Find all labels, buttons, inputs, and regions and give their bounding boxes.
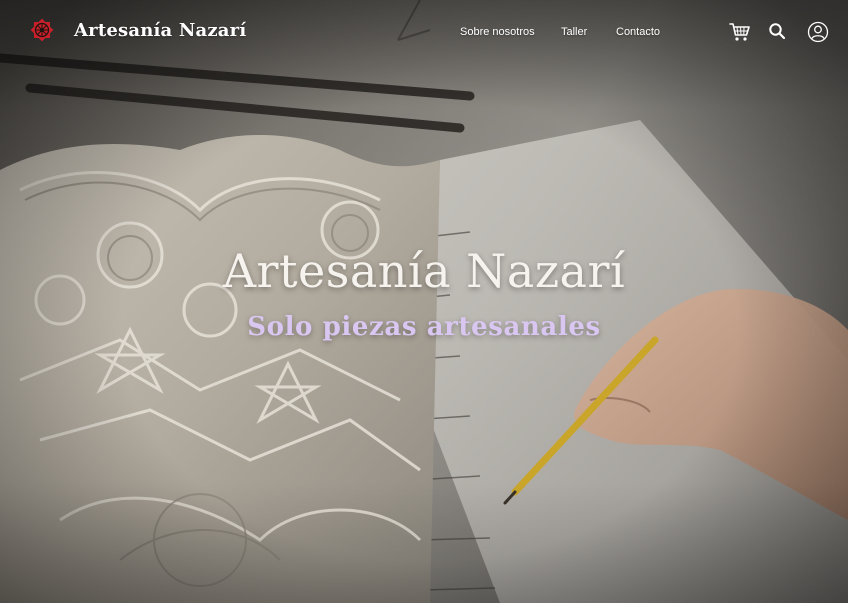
search-icon (769, 23, 786, 40)
eight-point-star-logo-icon (30, 18, 54, 42)
brand-home-link[interactable]: Artesanía Nazarí (28, 16, 246, 44)
shopping-cart-icon (729, 23, 750, 41)
user-account-icon (807, 21, 829, 43)
site-header: Artesanía Nazarí Sobre nosotros Taller C… (0, 0, 848, 64)
hero-title: Artesanía Nazarí (222, 244, 626, 298)
nav-link-contacto[interactable]: Contacto (616, 24, 660, 40)
brand-name: Artesanía Nazarí (74, 19, 247, 41)
hero-overlay (0, 0, 848, 603)
nav-link-taller[interactable]: Taller (561, 24, 587, 40)
hero-subtitle: Solo piezas artesanales (247, 312, 601, 342)
cart-button[interactable] (728, 20, 752, 44)
page: Artesanía Nazarí Sobre nosotros Taller C… (0, 0, 848, 603)
nav-link-sobre-nosotros[interactable]: Sobre nosotros (460, 24, 535, 40)
search-button[interactable] (765, 19, 789, 43)
account-button[interactable] (806, 20, 830, 44)
